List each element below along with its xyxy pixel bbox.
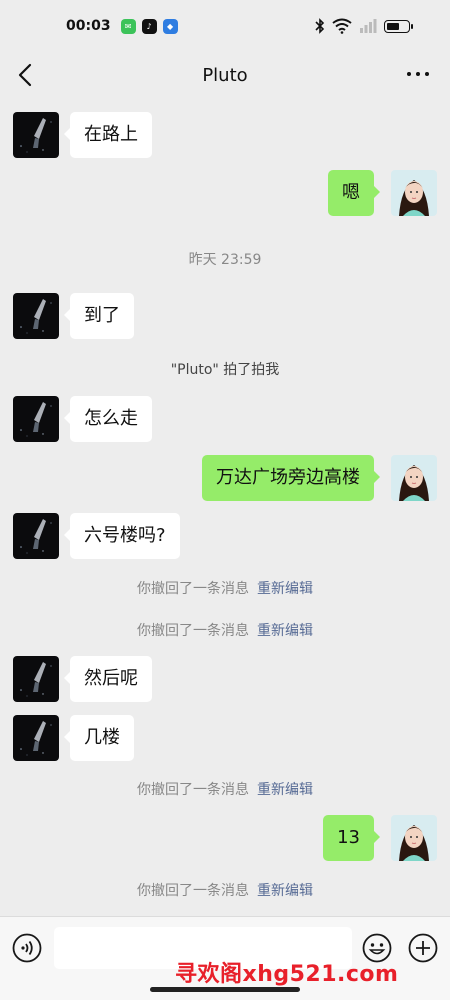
re-edit-link[interactable]: 重新编辑 bbox=[257, 883, 313, 899]
my-avatar[interactable] bbox=[391, 455, 437, 501]
site-watermark: 寻欢阁xhg521.com bbox=[175, 962, 399, 987]
battery-icon bbox=[384, 19, 413, 33]
message-bubble-sent[interactable]: 嗯 bbox=[328, 170, 380, 216]
recall-notice: 你撤回了一条消息 重新编辑 bbox=[0, 880, 450, 900]
chat-header: Pluto bbox=[0, 52, 450, 98]
signal-icon bbox=[360, 19, 377, 33]
contact-avatar[interactable] bbox=[13, 656, 59, 702]
status-right bbox=[315, 18, 413, 34]
re-edit-link[interactable]: 重新编辑 bbox=[257, 782, 313, 798]
contact-avatar[interactable] bbox=[13, 396, 59, 442]
re-edit-link[interactable]: 重新编辑 bbox=[257, 623, 313, 639]
contact-avatar[interactable] bbox=[13, 513, 59, 559]
chevron-left-icon[interactable] bbox=[14, 61, 38, 89]
recall-notice: 你撤回了一条消息 重新编辑 bbox=[0, 779, 450, 799]
pat-notice: "Pluto" 拍了拍我 bbox=[170, 362, 280, 378]
message-bubble-received[interactable]: 怎么走 bbox=[64, 396, 152, 442]
battery-fill bbox=[387, 22, 399, 30]
status-bar: 00:03 ✉ ♪ ◆ bbox=[0, 0, 450, 52]
wifi-icon bbox=[332, 18, 352, 34]
more-dots-icon[interactable] bbox=[406, 64, 430, 84]
recall-text: 你撤回了一条消息 bbox=[137, 623, 249, 639]
chat-title: Pluto bbox=[202, 64, 248, 86]
my-avatar[interactable] bbox=[391, 815, 437, 861]
recall-notice: 你撤回了一条消息 重新编辑 bbox=[0, 620, 450, 640]
message-bubble-received[interactable]: 六号楼吗? bbox=[64, 513, 180, 559]
plus-icon[interactable] bbox=[408, 933, 438, 963]
app-shield-icon: ◆ bbox=[162, 18, 178, 34]
home-indicator[interactable] bbox=[150, 987, 300, 992]
my-avatar[interactable] bbox=[391, 170, 437, 216]
message-bubble-sent[interactable]: 万达广场旁边高楼 bbox=[202, 455, 380, 501]
recall-text: 你撤回了一条消息 bbox=[137, 782, 249, 798]
contact-avatar[interactable] bbox=[13, 112, 59, 158]
re-edit-link[interactable]: 重新编辑 bbox=[257, 581, 313, 597]
message-bubble-received[interactable]: 在路上 bbox=[64, 112, 152, 158]
timestamp: 昨天 23:59 bbox=[188, 252, 262, 268]
recall-text: 你撤回了一条消息 bbox=[137, 883, 249, 899]
status-time: 00:03 bbox=[66, 18, 111, 34]
voice-icon[interactable] bbox=[12, 933, 42, 963]
message-bubble-received[interactable]: 几楼 bbox=[64, 715, 134, 761]
contact-avatar[interactable] bbox=[13, 715, 59, 761]
contact-avatar[interactable] bbox=[13, 293, 59, 339]
recall-notice: 你撤回了一条消息 重新编辑 bbox=[0, 578, 450, 598]
bluetooth-icon bbox=[315, 18, 325, 34]
message-bubble-received[interactable]: 然后呢 bbox=[64, 656, 152, 702]
message-bubble-sent[interactable]: 13 bbox=[323, 815, 380, 861]
message-bubble-received[interactable]: 到了 bbox=[64, 293, 134, 339]
message-app-icon: ✉ bbox=[120, 18, 136, 34]
tiktok-icon: ♪ bbox=[141, 18, 157, 34]
recall-text: 你撤回了一条消息 bbox=[137, 581, 249, 597]
